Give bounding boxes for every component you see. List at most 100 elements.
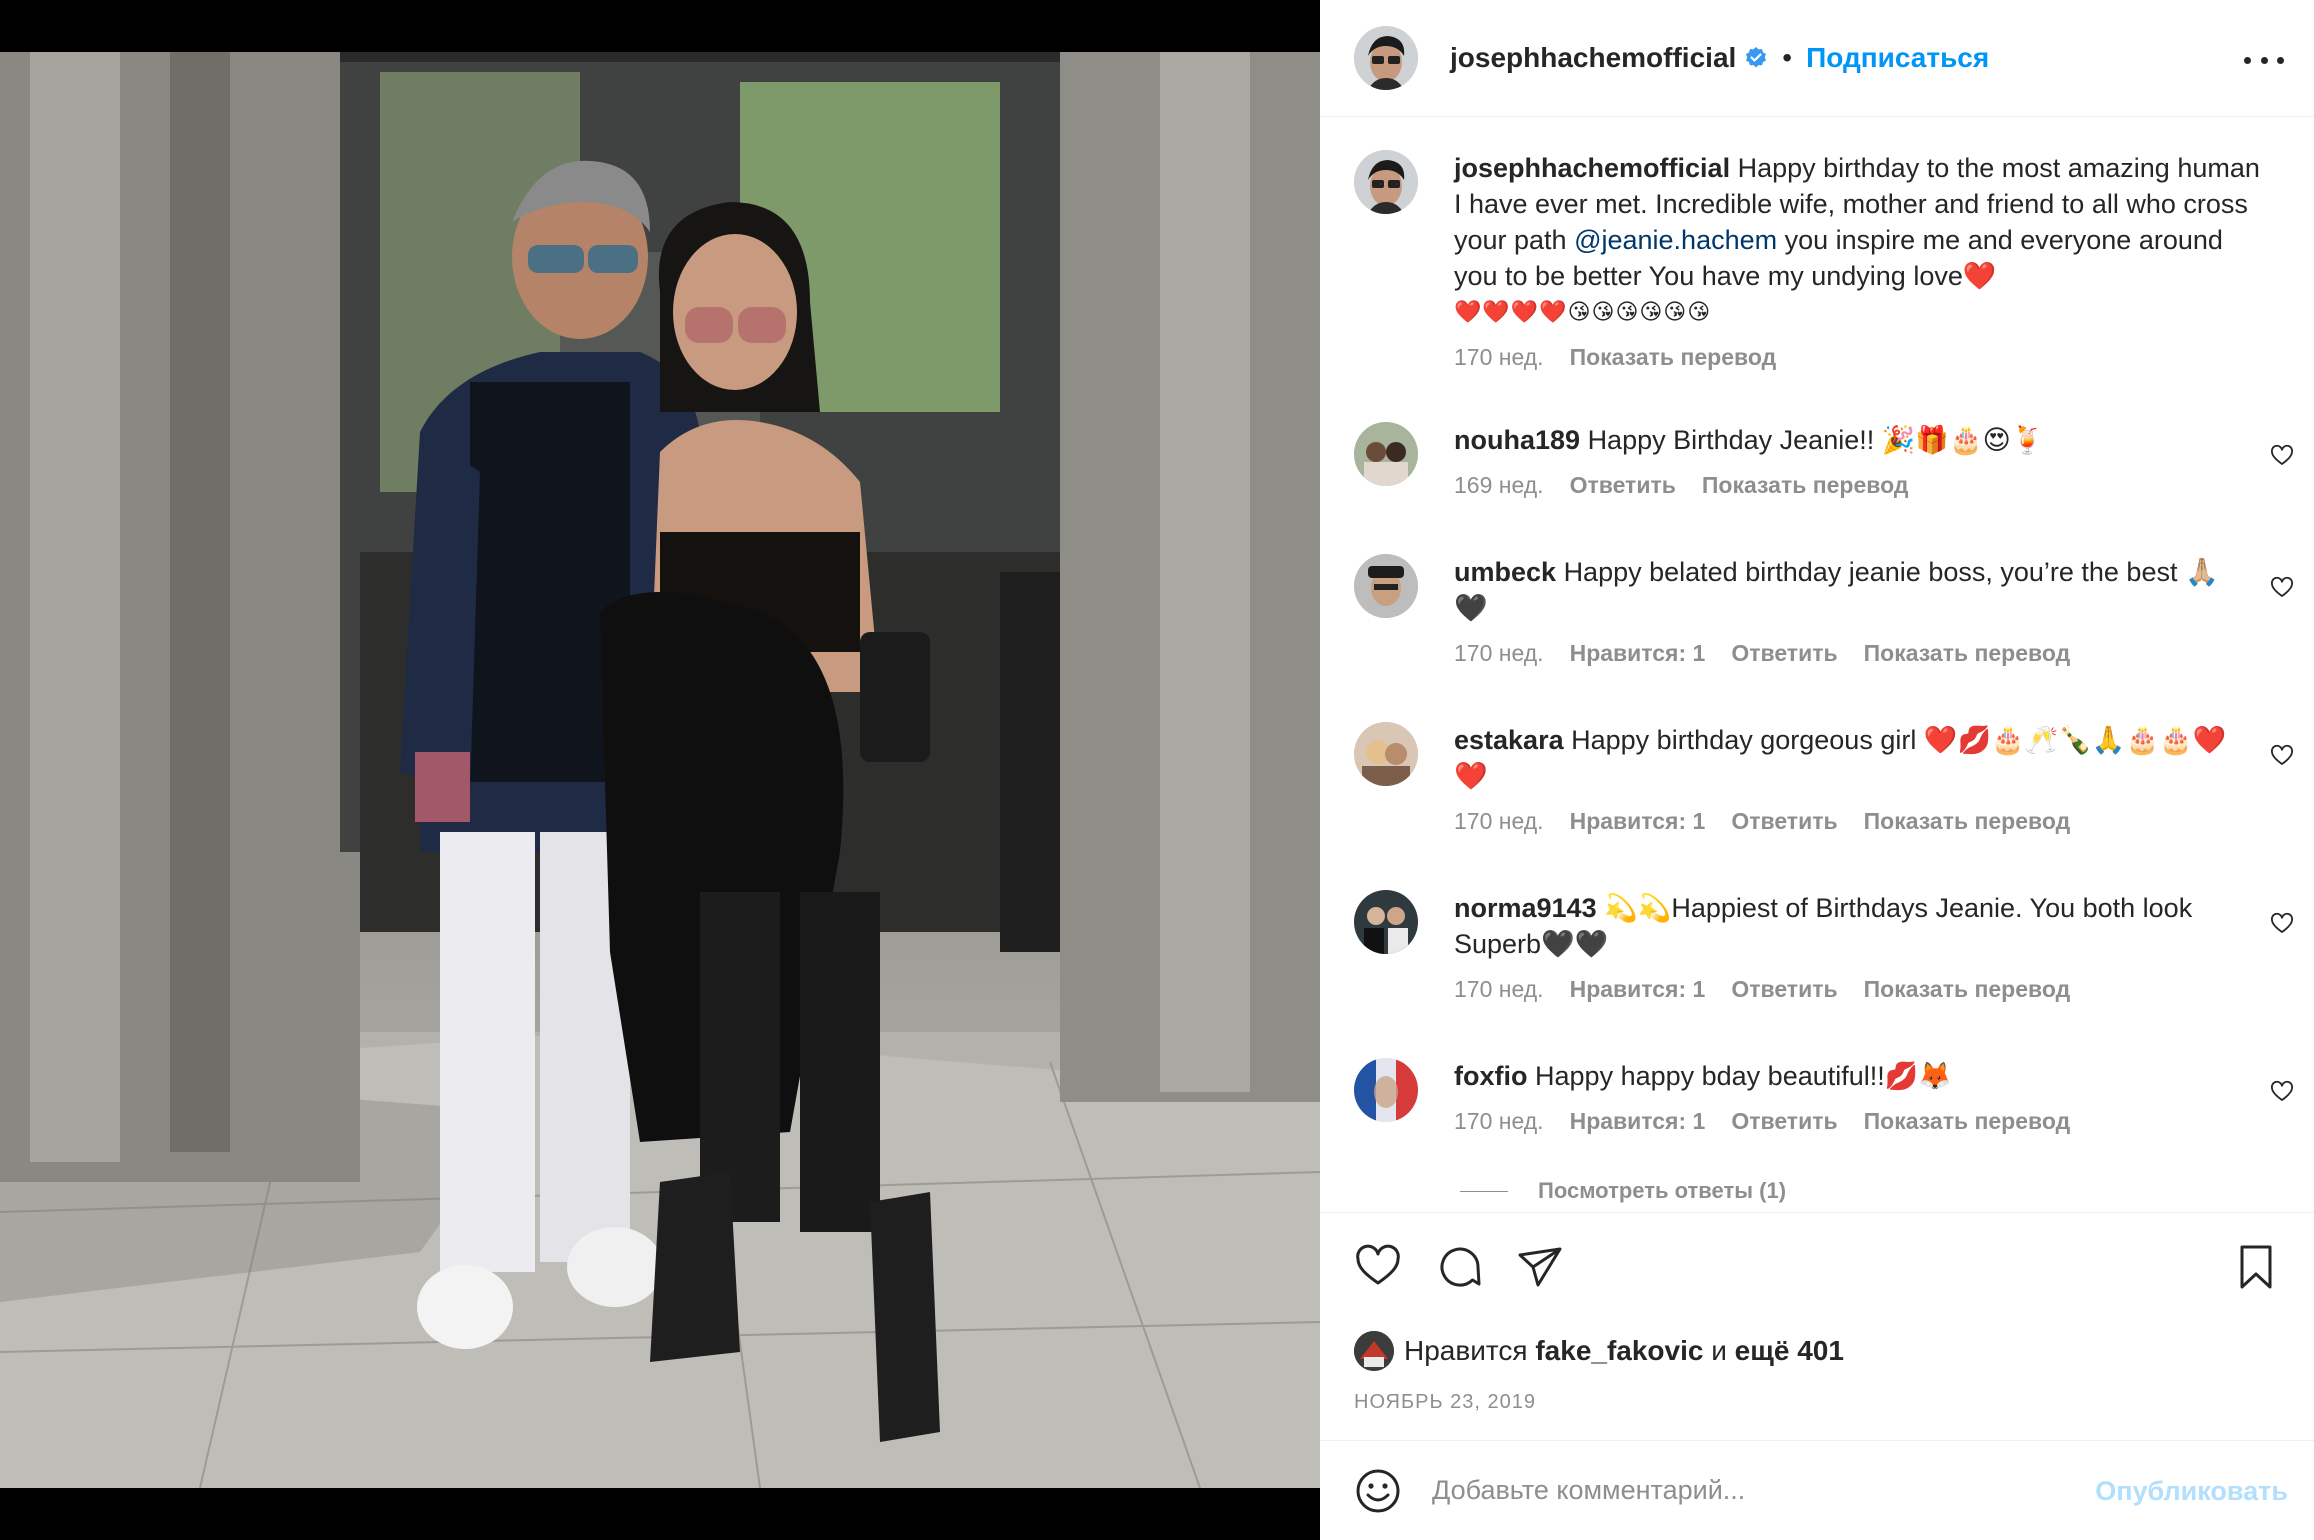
commenter-username[interactable]: estakara (1454, 725, 1564, 755)
comment-text: umbeck Happy belated birthday jeanie bos… (1454, 554, 2244, 626)
like-comment-heart-icon[interactable] (2270, 1080, 2294, 1104)
comment-content: Happy belated birthday jeanie boss, you’… (1454, 557, 2219, 623)
like-comment-heart-icon[interactable] (2270, 444, 2294, 468)
post-caption: josephhachemofficial Happy birthday to t… (1354, 150, 2294, 371)
emoji-smile-icon[interactable] (1354, 1467, 1402, 1515)
caption-emoji-row: ❤️❤️❤️❤️😘😘😘😘😘😘 (1454, 299, 1712, 324)
instagram-post-view: josephhachemofficial • Подписаться josep… (0, 0, 2314, 1540)
post-header: josephhachemofficial • Подписаться (1320, 0, 2314, 117)
caption-author-avatar[interactable] (1354, 150, 1418, 214)
comment-body: estakara Happy birthday gorgeous girl ❤️… (1454, 722, 2244, 835)
like-comment-heart-icon[interactable] (2270, 912, 2294, 936)
media-panel (0, 0, 1320, 1540)
like-comment-heart-icon[interactable] (2270, 576, 2294, 600)
comment-meta: 170 нед. Нравится: 1 Ответить Показать п… (1454, 1108, 2244, 1135)
view-replies-button[interactable]: Посмотреть ответы (1) (1460, 1178, 1786, 1204)
caption-username[interactable]: josephhachemofficial (1454, 153, 1730, 183)
comment-text: estakara Happy birthday gorgeous girl ❤️… (1454, 722, 2244, 794)
share-send-icon[interactable] (1516, 1243, 1564, 1291)
translate-button[interactable]: Показать перевод (1864, 1108, 2071, 1135)
translate-button[interactable]: Показать перевод (1864, 976, 2071, 1003)
likes-prefix: Нравится (1404, 1335, 1528, 1366)
comment-item: norma9143 💫💫Happiest of Birthdays Jeanie… (1354, 890, 2294, 1003)
publish-button[interactable]: Опубликовать (2095, 1476, 2288, 1507)
caption-translate-button[interactable]: Показать перевод (1570, 344, 1777, 371)
comment-content: Happy Birthday Jeanie!! 🎉🎁🎂😍🍹 (1587, 425, 2045, 455)
caption-time[interactable]: 170 нед. (1454, 344, 1544, 371)
translate-button[interactable]: Показать перевод (1702, 472, 1909, 499)
comment-text: nouha189 Happy Birthday Jeanie!! 🎉🎁🎂😍🍹 (1454, 422, 2244, 458)
liker-avatar[interactable] (1354, 1331, 1394, 1371)
post-actions: Нравится fake_fakovic и ещё 401 НОЯБРЬ 2… (1320, 1212, 2314, 1440)
comment-body: foxfio Happy happy bday beautiful!!💋🦊 17… (1454, 1058, 2244, 1135)
comment-likes-count[interactable]: Нравится: 1 (1570, 640, 1706, 667)
reply-button[interactable]: Ответить (1570, 472, 1676, 499)
add-comment-bar: Опубликовать (1320, 1440, 2314, 1540)
post-date[interactable]: НОЯБРЬ 23, 2019 (1354, 1391, 1536, 1414)
more-dot (2277, 56, 2284, 64)
reply-button[interactable]: Ответить (1731, 976, 1837, 1003)
commenter-avatar[interactable] (1354, 422, 1418, 486)
separator-dot: • (1782, 42, 1793, 73)
commenter-avatar[interactable] (1354, 1058, 1418, 1122)
comment-body: norma9143 💫💫Happiest of Birthdays Jeanie… (1454, 890, 2244, 1003)
comment-content: Happy birthday gorgeous girl ❤️💋🎂🥂🍾🙏🎂🎂❤️… (1454, 725, 2227, 791)
likes-others-link[interactable]: ещё 401 (1735, 1335, 1844, 1367)
commenter-username[interactable]: foxfio (1454, 1061, 1528, 1091)
save-bookmark-icon[interactable] (2232, 1243, 2280, 1291)
more-dot (2244, 56, 2251, 64)
caption-body: josephhachemofficial Happy birthday to t… (1454, 150, 2266, 371)
comment-body: umbeck Happy belated birthday jeanie bos… (1454, 554, 2244, 667)
commenter-username[interactable]: umbeck (1454, 557, 1556, 587)
caption-meta: 170 нед. Показать перевод (1454, 344, 2266, 371)
comment-time[interactable]: 170 нед. (1454, 976, 1544, 1003)
more-options-icon[interactable] (2244, 40, 2284, 80)
translate-button[interactable]: Показать перевод (1864, 640, 2071, 667)
like-heart-icon[interactable] (1354, 1243, 1402, 1291)
comment-text: foxfio Happy happy bday beautiful!!💋🦊 (1454, 1058, 2244, 1094)
author-avatar[interactable] (1354, 26, 1418, 90)
caption-text: josephhachemofficial Happy birthday to t… (1454, 150, 2266, 294)
liker-username[interactable]: fake_fakovic (1535, 1335, 1703, 1367)
comment-likes-count[interactable]: Нравится: 1 (1570, 1108, 1706, 1135)
post-photo[interactable] (0, 52, 1320, 1488)
commenter-username[interactable]: nouha189 (1454, 425, 1580, 455)
translate-button[interactable]: Показать перевод (1864, 808, 2071, 835)
comment-likes-count[interactable]: Нравится: 1 (1570, 976, 1706, 1003)
comment-time[interactable]: 170 нед. (1454, 808, 1544, 835)
author-username[interactable]: josephhachemofficial (1450, 42, 1736, 74)
comment-time[interactable]: 170 нед. (1454, 640, 1544, 667)
reply-button[interactable]: Ответить (1731, 640, 1837, 667)
commenter-avatar[interactable] (1354, 554, 1418, 618)
post-details-panel: josephhachemofficial • Подписаться josep… (1320, 0, 2314, 1540)
follow-button[interactable]: Подписаться (1806, 42, 1989, 74)
more-dot (2260, 56, 2268, 64)
like-comment-heart-icon[interactable] (2270, 744, 2294, 768)
comment-item: umbeck Happy belated birthday jeanie bos… (1354, 554, 2294, 667)
commenter-avatar[interactable] (1354, 890, 1418, 954)
comment-body: nouha189 Happy Birthday Jeanie!! 🎉🎁🎂😍🍹 1… (1454, 422, 2244, 499)
comment-meta: 170 нед. Нравится: 1 Ответить Показать п… (1454, 640, 2244, 667)
comment-time[interactable]: 169 нед. (1454, 472, 1544, 499)
commenter-username[interactable]: norma9143 (1454, 893, 1597, 923)
comment-input[interactable] (1432, 1465, 2072, 1516)
reply-button[interactable]: Ответить (1731, 1108, 1837, 1135)
comment-content: Happy happy bday beautiful!!💋🦊 (1535, 1061, 1952, 1091)
verified-badge-icon (1746, 47, 1767, 68)
comment-item: nouha189 Happy Birthday Jeanie!! 🎉🎁🎂😍🍹 1… (1354, 422, 2294, 499)
caption-mention-link[interactable]: @jeanie.hachem (1574, 225, 1777, 255)
likes-joiner: и (1711, 1335, 1727, 1366)
comments-scroll-area[interactable]: josephhachemofficial Happy birthday to t… (1320, 118, 2314, 1210)
comment-meta: 170 нед. Нравится: 1 Ответить Показать п… (1454, 808, 2244, 835)
comment-likes-count[interactable]: Нравится: 1 (1570, 808, 1706, 835)
comment-item: estakara Happy birthday gorgeous girl ❤️… (1354, 722, 2294, 835)
comment-time[interactable]: 170 нед. (1454, 1108, 1544, 1135)
comment-item: foxfio Happy happy bday beautiful!!💋🦊 17… (1354, 1058, 2294, 1135)
replies-line (1460, 1190, 1508, 1192)
comment-bubble-icon[interactable] (1436, 1243, 1484, 1291)
reply-button[interactable]: Ответить (1731, 808, 1837, 835)
comment-meta: 170 нед. Нравится: 1 Ответить Показать п… (1454, 976, 2244, 1003)
commenter-avatar[interactable] (1354, 722, 1418, 786)
comment-meta: 169 нед. Ответить Показать перевод (1454, 472, 2244, 499)
likes-summary: Нравится fake_fakovic и ещё 401 (1354, 1331, 1844, 1371)
